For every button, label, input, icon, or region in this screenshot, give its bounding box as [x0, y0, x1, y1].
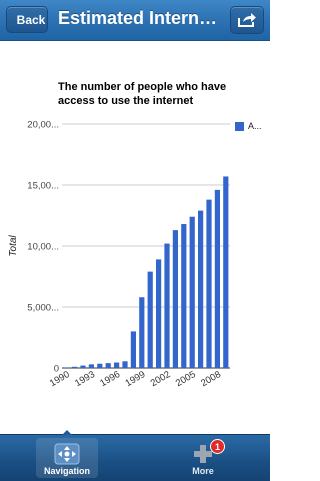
y-tick-label: 15,00... — [27, 181, 59, 192]
navigation-arrows-icon — [54, 443, 80, 465]
bar — [63, 367, 69, 368]
bar — [88, 364, 95, 368]
x-tick-label: 1999 — [123, 369, 147, 389]
y-tick-label: 5,000... — [27, 303, 59, 314]
tab-navigation-label: Navigation — [43, 466, 90, 476]
notification-badge: 1 — [210, 439, 225, 454]
tab-navigation[interactable]: Navigation — [36, 438, 98, 478]
bar — [189, 216, 195, 368]
chart-title: The number of people who have access to … — [58, 81, 227, 107]
navigation-bar: Back Estimated Interne... — [0, 0, 270, 41]
bar-chart: 05,000...10,00...15,00...20,00...Total19… — [8, 120, 230, 389]
bar — [130, 331, 137, 368]
bar — [181, 224, 187, 368]
x-tick-label: 1996 — [98, 369, 122, 389]
bar — [97, 363, 103, 368]
tab-more[interactable]: 1 More — [172, 438, 234, 478]
bar — [139, 297, 145, 368]
x-tick-label: 1993 — [73, 369, 97, 389]
bar — [223, 176, 229, 368]
bar — [214, 189, 221, 368]
y-axis-label: Total — [8, 235, 19, 257]
x-tick-label: 1990 — [48, 369, 72, 389]
share-button[interactable] — [230, 6, 264, 34]
page-title: Estimated Interne... — [58, 8, 220, 28]
back-button-label: Back — [16, 12, 46, 27]
bar — [105, 363, 111, 368]
bar — [172, 230, 179, 368]
bar — [197, 210, 204, 368]
selected-tab-indicator — [62, 430, 72, 435]
bar — [71, 366, 78, 368]
bar — [164, 243, 170, 368]
x-tick-label: 2005 — [174, 369, 198, 389]
tab-bar: Navigation 1 More — [0, 430, 270, 481]
bar — [147, 271, 153, 368]
bar — [155, 259, 162, 368]
bar — [80, 365, 86, 368]
bar — [206, 199, 212, 368]
y-tick-label: 20,00... — [27, 120, 59, 131]
y-tick-label: 10,00... — [27, 242, 59, 253]
x-tick-label: 2008 — [199, 369, 223, 389]
bar — [122, 361, 128, 368]
share-arrow-icon — [238, 13, 256, 27]
tab-more-label: More — [192, 466, 214, 476]
bar — [113, 362, 120, 368]
x-tick-label: 2002 — [149, 369, 173, 389]
back-button[interactable]: Back — [6, 6, 48, 33]
